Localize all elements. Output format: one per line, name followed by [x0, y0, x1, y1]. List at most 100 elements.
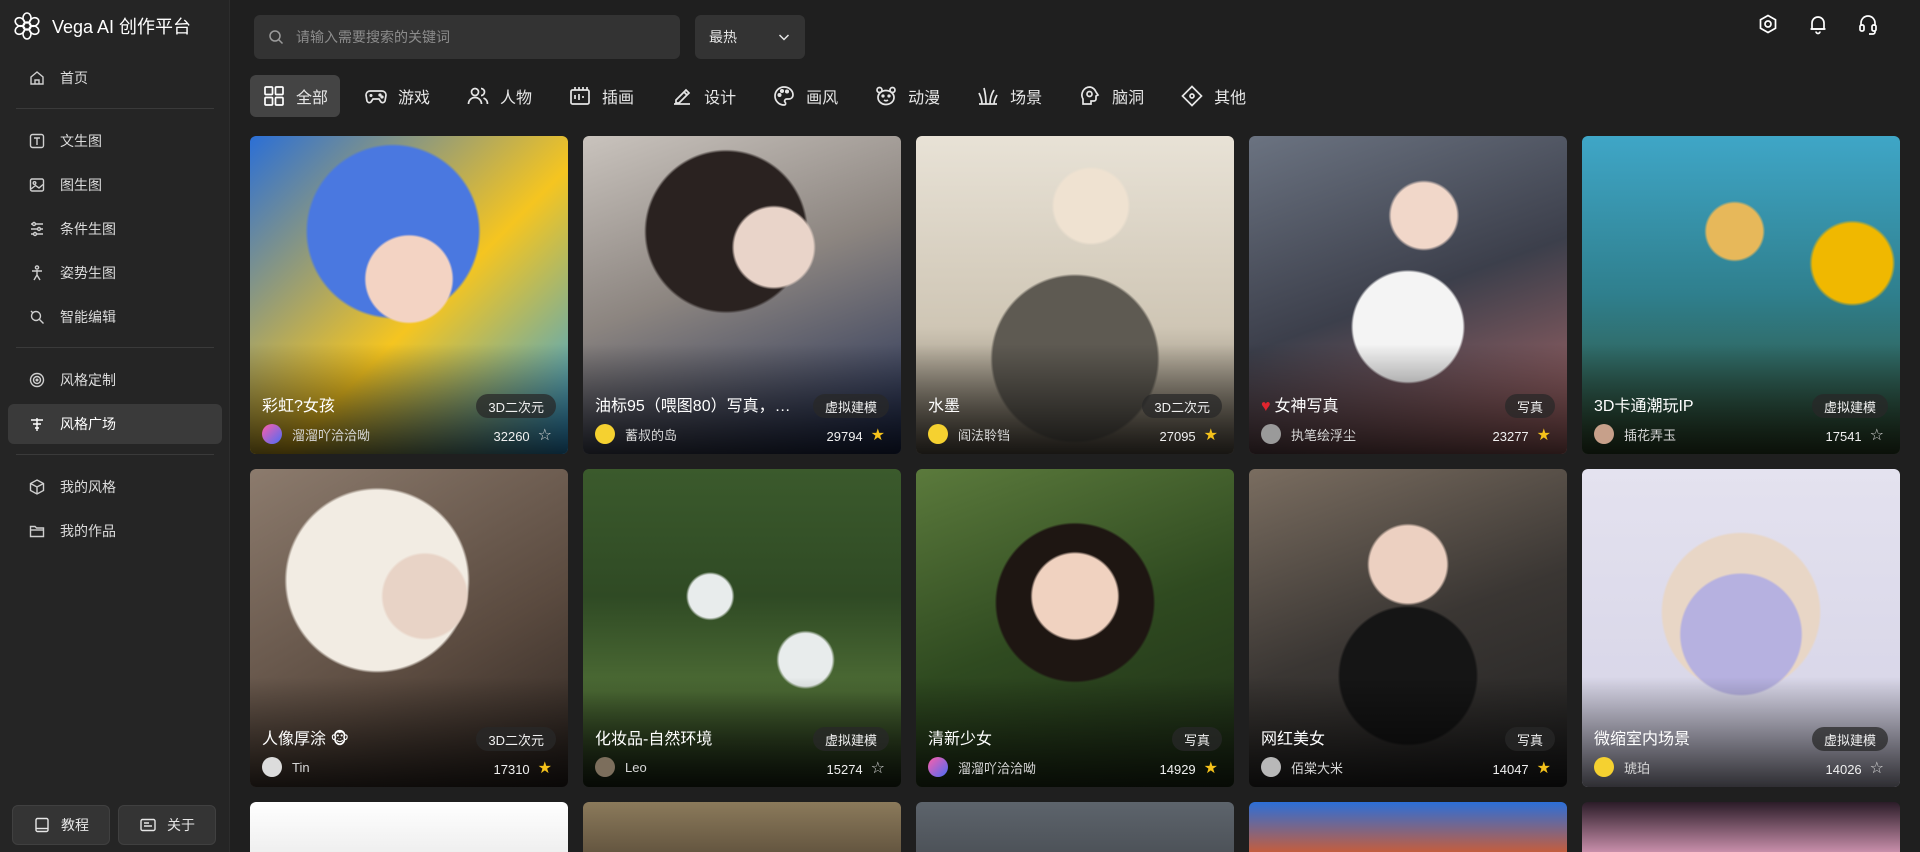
avatar — [1261, 757, 1281, 777]
nav-label: 姿势生图 — [60, 265, 116, 281]
card-author[interactable]: 执笔绘浮尘 — [1261, 424, 1356, 444]
card-tag: 3D二次元 — [1142, 394, 1222, 418]
search-input[interactable] — [296, 29, 656, 45]
style-card[interactable]: 3D卡通潮玩IP 虚拟建模 插花弄玉 17541 ☆ — [1582, 136, 1900, 454]
style-card[interactable]: 彩虹?女孩 3D二次元 溜溜吖洽洽呦 32260 ☆ — [250, 136, 568, 454]
nav-item-conditional[interactable]: 条件生图 — [8, 209, 222, 249]
nav-label: 我的风格 — [60, 479, 116, 495]
brain-icon — [1081, 86, 1100, 105]
tutorial-button[interactable]: 教程 — [12, 805, 110, 845]
bell-icon[interactable] — [1806, 12, 1830, 36]
star-filled-icon[interactable]: ★ — [1537, 761, 1551, 777]
card-author[interactable]: 阎法聆铛 — [928, 424, 1010, 444]
favorite-count: 15274 — [826, 761, 863, 777]
star-filled-icon[interactable]: ★ — [538, 761, 552, 777]
card-author[interactable]: 琥珀 — [1594, 757, 1650, 777]
star-filled-icon[interactable]: ★ — [1204, 428, 1218, 444]
style-card[interactable] — [583, 802, 901, 852]
style-card[interactable]: 微缩室内场景 虚拟建模 琥珀 14026 ☆ — [1582, 469, 1900, 787]
star-filled-icon[interactable]: ★ — [1204, 761, 1218, 777]
tab-design[interactable]: 设计 — [658, 75, 748, 117]
folder-icon — [28, 522, 46, 540]
nav-item-my-works[interactable]: 我的作品 — [8, 511, 222, 551]
card-author[interactable]: 佰棠大米 — [1261, 757, 1343, 777]
about-button[interactable]: 关于 — [118, 805, 216, 845]
card-title: 彩虹?女孩 — [262, 398, 335, 415]
sidebar-footer: 教程 关于 — [12, 805, 216, 845]
card-author[interactable]: Leo — [595, 757, 647, 777]
star-outline-icon[interactable]: ☆ — [538, 428, 552, 444]
card-title: 油标95（喂图80）写真，虚拟建模 — [595, 398, 795, 415]
avatar — [1261, 424, 1281, 444]
grass-icon — [978, 87, 998, 105]
grid-icon — [264, 86, 284, 106]
tab-scene[interactable]: 场景 — [964, 75, 1054, 117]
smart-edit-icon — [28, 308, 46, 326]
style-card[interactable]: 人像厚涂 🐵 3D二次元 Tin 17310 ★ — [250, 469, 568, 787]
diamond-icon — [1181, 85, 1203, 107]
card-author[interactable]: 溜溜吖洽洽呦 — [262, 424, 370, 444]
tab-art-style[interactable]: 画风 — [760, 75, 850, 117]
card-author[interactable]: Tin — [262, 757, 310, 777]
nav-item-home[interactable]: 首页 — [8, 58, 222, 98]
nav-label: 风格定制 — [60, 372, 116, 388]
home-icon — [28, 69, 46, 87]
author-name: Leo — [625, 759, 647, 775]
star-outline-icon[interactable]: ☆ — [1870, 428, 1884, 444]
card-author[interactable]: 蓄叔的岛 — [595, 424, 677, 444]
pen-icon — [674, 88, 691, 105]
tab-games[interactable]: 游戏 — [352, 75, 442, 117]
style-card[interactable] — [250, 802, 568, 852]
tab-people[interactable]: 人物 — [454, 75, 544, 117]
style-card[interactable]: 油标95（喂图80）写真，虚拟建模 虚拟建模 蓄叔的岛 29794 ★ — [583, 136, 901, 454]
headset-icon[interactable] — [1856, 12, 1880, 36]
favorite-count: 29794 — [826, 428, 863, 444]
style-card[interactable]: 化妆品-自然环境 虚拟建模 Leo 15274 ☆ — [583, 469, 901, 787]
nav-item-text-to-image[interactable]: 文生图 — [8, 121, 222, 161]
star-outline-icon[interactable]: ☆ — [871, 761, 885, 777]
sidebar-nav: 首页 文生图 图生图 条件生图 姿势生图 智能编辑 风格定制 风格广场 我的风格… — [8, 58, 222, 555]
card-image — [1249, 802, 1567, 852]
style-card[interactable]: ♥ 女神写真 写真 执笔绘浮尘 23277 ★ — [1249, 136, 1567, 454]
style-card[interactable] — [1249, 802, 1567, 852]
tutorial-label: 教程 — [61, 817, 89, 833]
nav-item-my-styles[interactable]: 我的风格 — [8, 467, 222, 507]
style-card[interactable]: 网红美女 写真 佰棠大米 14047 ★ — [1249, 469, 1567, 787]
tab-illustration[interactable]: 插画 — [556, 75, 646, 117]
card-favorites: 15274 ☆ — [827, 761, 886, 777]
tab-label: 设计 — [704, 90, 737, 107]
card-image — [1582, 802, 1900, 852]
style-card[interactable]: 水墨 3D二次元 阎法聆铛 27095 ★ — [916, 136, 1234, 454]
star-filled-icon[interactable]: ★ — [1537, 428, 1551, 444]
card-author[interactable]: 插花弄玉 — [1594, 424, 1676, 444]
app-logo[interactable]: Vega AI 创作平台 — [12, 10, 191, 42]
tab-other[interactable]: 其他 — [1168, 75, 1258, 117]
nav-label: 首页 — [60, 70, 88, 86]
nav-item-pose[interactable]: 姿势生图 — [8, 253, 222, 293]
style-card[interactable] — [1582, 802, 1900, 852]
star-outline-icon[interactable]: ☆ — [1870, 761, 1884, 777]
card-tag: 虚拟建模 — [1811, 727, 1888, 751]
nav-item-image-to-image[interactable]: 图生图 — [8, 165, 222, 205]
hexagon-settings-icon[interactable] — [1756, 12, 1780, 36]
tab-all[interactable]: 全部 — [250, 75, 341, 117]
star-filled-icon[interactable]: ★ — [871, 428, 885, 444]
tab-brainstorm[interactable]: 脑洞 — [1066, 75, 1156, 117]
style-card[interactable] — [916, 802, 1234, 852]
nav-item-style-plaza[interactable]: 风格广场 — [8, 404, 222, 444]
sort-selected: 最热 — [709, 29, 737, 45]
nav-label: 智能编辑 — [60, 309, 116, 325]
sort-dropdown[interactable]: 最热 — [695, 15, 805, 59]
nav-item-smart-edit[interactable]: 智能编辑 — [8, 297, 222, 337]
author-name: 佰棠大米 — [1291, 760, 1344, 776]
search-bar — [254, 15, 680, 59]
card-author[interactable]: 溜溜吖洽洽呦 — [928, 757, 1036, 777]
nav-item-style-custom[interactable]: 风格定制 — [8, 360, 222, 400]
author-name: 蓄叔的岛 — [625, 427, 678, 443]
tab-anime[interactable]: 动漫 — [862, 75, 952, 117]
card-title: ♥ 女神写真 — [1261, 392, 1339, 416]
logo-icon — [14, 12, 40, 40]
card-tag: 写真 — [1171, 727, 1222, 751]
style-card[interactable]: 清新少女 写真 溜溜吖洽洽呦 14929 ★ — [916, 469, 1234, 787]
tab-label: 场景 — [1010, 90, 1043, 107]
